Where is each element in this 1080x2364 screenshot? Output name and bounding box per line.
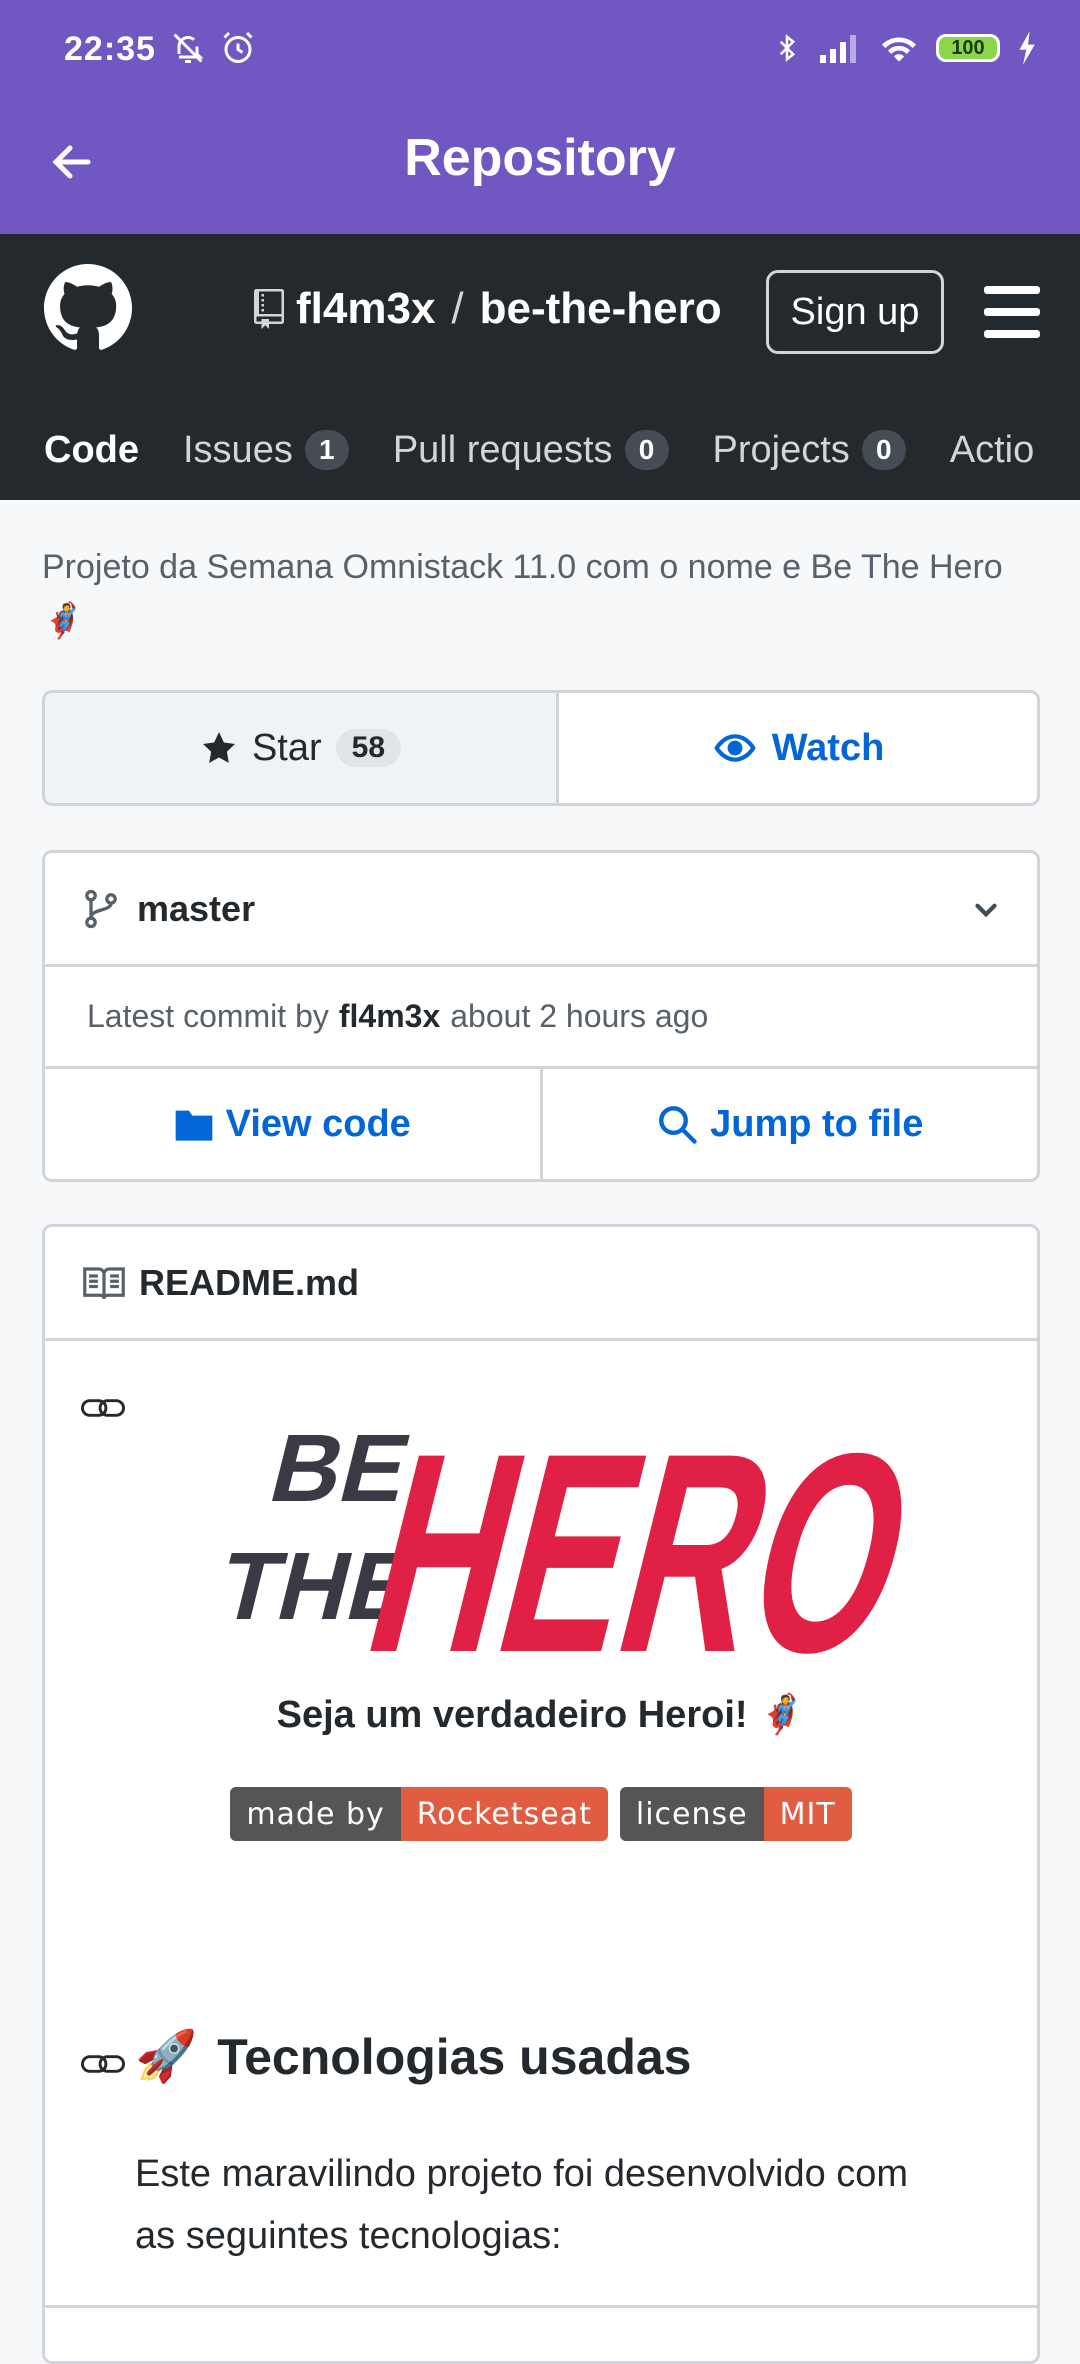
readme-header: README.md — [45, 1227, 1037, 1341]
book-icon — [83, 1266, 125, 1299]
repo-name-link[interactable]: be-the-hero — [480, 284, 722, 334]
search-icon — [659, 1106, 697, 1144]
tech-paragraph: Este maravilindo projeto foi desenvolvid… — [135, 2153, 909, 2257]
battery-indicator: 100 — [936, 34, 1000, 62]
pull-requests-count-badge: 0 — [624, 430, 669, 470]
issues-count-badge: 1 — [304, 430, 349, 470]
star-button[interactable]: Star 58 — [45, 693, 559, 803]
readme-tagline: Seja um verdadeiro Heroi! 🦸 — [276, 1694, 806, 1736]
readme-badges: made by Rocketseat license MIT — [45, 1787, 1037, 1841]
tech-heading-text: Tecnologias usadas — [217, 2028, 692, 2085]
github-header: fl4m3x / be-the-hero Sign up Code Issues… — [0, 234, 1080, 500]
star-watch-group: Star 58 Watch — [42, 690, 1040, 806]
status-left-icons — [170, 30, 256, 66]
status-time: 22:35 — [64, 30, 156, 68]
latest-commit: Latest commit by fl4m3x about 2 hours ag… — [45, 967, 1037, 1069]
menu-icon[interactable] — [984, 286, 1040, 338]
license-badge-label: license — [619, 1787, 764, 1841]
code-actions: View code Jump to file — [45, 1069, 1037, 1179]
commit-time: about 2 hours ago — [450, 998, 709, 1034]
status-bar: 22:35 100 — [0, 0, 1080, 100]
tech-heading: 🚀 Tecnologias usadas — [135, 2027, 691, 2086]
tab-code[interactable]: Code — [44, 400, 139, 500]
branch-name: master — [137, 887, 256, 929]
sign-up-button[interactable]: Sign up — [766, 270, 944, 354]
alarm-icon — [223, 31, 253, 63]
git-branch-icon — [85, 889, 117, 928]
branch-selector[interactable]: master — [45, 853, 1037, 967]
watch-label: Watch — [771, 726, 885, 769]
logo-word-hero: HERO — [343, 1395, 935, 1673]
app-bar: Repository — [0, 100, 1080, 234]
bluetooth-icon — [779, 34, 796, 62]
tab-code-label: Code — [44, 428, 139, 471]
tab-actions-label: Actio — [949, 428, 1035, 471]
view-code-button[interactable]: View code — [45, 1069, 540, 1179]
jump-to-file-button[interactable]: Jump to file — [539, 1069, 1038, 1179]
commit-author-link[interactable]: fl4m3x — [339, 998, 440, 1035]
jump-to-file-label: Jump to file — [710, 1102, 924, 1145]
commit-prefix: Latest commit by — [87, 998, 329, 1034]
github-logo-icon[interactable] — [44, 264, 132, 352]
tab-pull-requests[interactable]: Pull requests 0 — [393, 400, 669, 500]
folder-icon — [175, 1110, 212, 1141]
anchor-link-icon[interactable] — [81, 1393, 125, 1423]
repo-description: Projeto da Semana Omnistack 11.0 com o n… — [42, 548, 1003, 640]
repo-title: fl4m3x / be-the-hero — [252, 284, 722, 334]
tab-pull-requests-label: Pull requests — [392, 428, 613, 471]
be-the-hero-logo: BE THE HERO — [209, 1395, 935, 1673]
tab-issues-label: Issues — [183, 428, 293, 471]
repo-tabs: Code Issues 1 Pull requests 0 Projects 0… — [0, 400, 1080, 500]
branch-box: master Latest commit by fl4m3x about 2 h… — [42, 850, 1040, 1182]
tab-projects[interactable]: Projects 0 — [713, 400, 906, 500]
section-divider — [45, 2305, 1037, 2308]
wifi-icon — [882, 37, 916, 62]
chevron-down-icon — [975, 903, 997, 918]
tab-issues[interactable]: Issues 1 — [183, 400, 349, 500]
view-code-label: View code — [225, 1102, 411, 1145]
repo-icon — [254, 289, 284, 329]
star-count: 58 — [335, 729, 402, 767]
star-label: Star — [251, 726, 322, 769]
signal-icon — [820, 35, 856, 63]
made-by-badge[interactable]: made by Rocketseat — [230, 1787, 608, 1841]
projects-count-badge: 0 — [861, 430, 906, 470]
eye-icon — [713, 734, 756, 762]
readme-panel: README.md BE THE HERO Seja um verdadeiro… — [42, 1224, 1040, 2364]
readme-title: README.md — [139, 1261, 360, 1303]
status-right-icons: 100 — [772, 30, 1040, 66]
made-by-badge-label: made by — [230, 1787, 401, 1841]
charging-icon — [1019, 31, 1035, 65]
license-badge[interactable]: license MIT — [619, 1787, 852, 1841]
app-bar-title: Repository — [404, 129, 676, 187]
mute-bell-icon — [173, 33, 204, 63]
star-icon — [202, 732, 235, 763]
made-by-badge-value: Rocketseat — [400, 1787, 608, 1841]
rocket-icon: 🚀 — [135, 2028, 198, 2084]
tab-actions[interactable]: Actio — [950, 400, 1034, 500]
tab-projects-label: Projects — [712, 428, 850, 471]
repo-separator: / — [451, 284, 464, 333]
heading-anchor-link-icon[interactable] — [81, 2049, 125, 2079]
watch-button[interactable]: Watch — [559, 693, 1037, 803]
repo-owner-link[interactable]: fl4m3x — [296, 284, 435, 334]
license-badge-value: MIT — [763, 1787, 852, 1841]
